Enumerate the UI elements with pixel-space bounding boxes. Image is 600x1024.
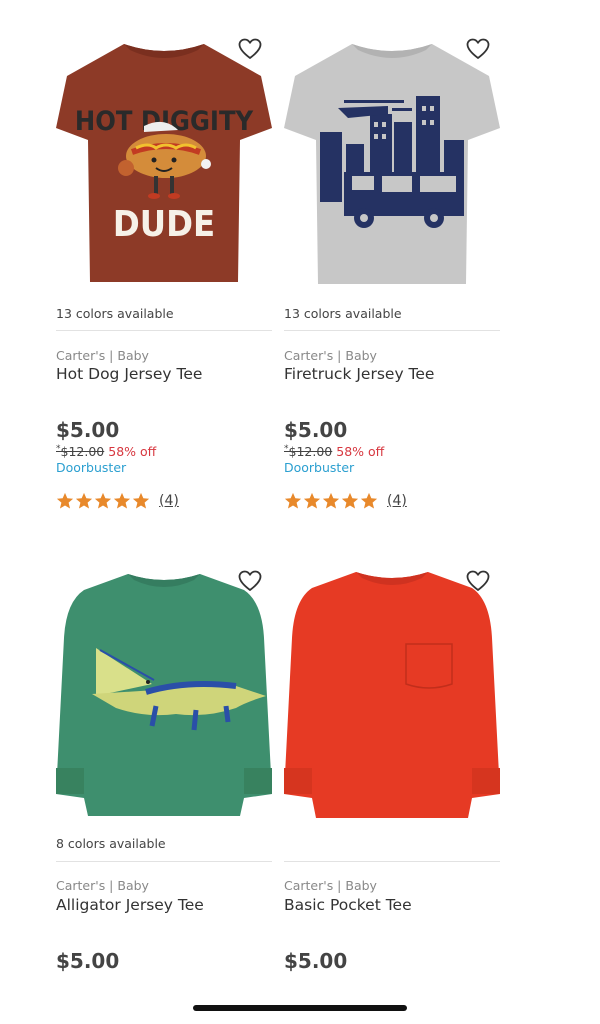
product-rating: (4) [284,492,407,510]
alligator-tee-image [56,574,272,816]
product-name[interactable]: Firetruck Jersey Tee [284,365,434,383]
colors-available: 13 colors available [56,306,174,321]
shirt-graphic-text-top: HOT DIGGITY [75,106,254,137]
shirt-graphic-text-bottom: DUDE [113,204,215,245]
star-rating [56,492,151,510]
review-count-link[interactable]: (4) [159,493,179,509]
product-rating: (4) [56,492,179,510]
star-icon [113,492,131,510]
original-price: *$12.00 [56,444,105,460]
doorbuster-tag: Doorbuster [56,460,127,475]
discount-percent: 58% off [336,444,385,460]
product-image-alligator-tee[interactable] [56,568,272,830]
firetruck-tee-image [284,44,500,284]
divider [284,330,500,331]
product-card-firetruck[interactable]: 13 colors available Carter's | Baby Fire… [284,36,500,516]
star-icon [303,492,321,510]
home-indicator[interactable] [193,1005,407,1011]
divider [56,330,272,331]
favorite-heart-icon[interactable] [238,38,262,60]
colors-available: 8 colors available [56,836,166,851]
original-price: *$12.00 [284,444,333,460]
product-name[interactable]: Alligator Jersey Tee [56,896,204,914]
star-icon [360,492,378,510]
product-image-hot-dog-tee[interactable]: HOT DIGGITY DUDE [56,36,272,298]
star-icon [284,492,302,510]
product-card-pocket-tee[interactable]: Carter's | Baby Basic Pocket Tee $5.00 [284,568,500,988]
product-price: $5.00 [284,418,348,442]
review-count-link[interactable]: (4) [387,493,407,509]
product-price: $5.00 [56,418,120,442]
star-icon [132,492,150,510]
product-brand: Carter's | Baby [56,348,149,363]
product-name[interactable]: Basic Pocket Tee [284,896,412,914]
star-icon [341,492,359,510]
product-brand: Carter's | Baby [284,878,377,893]
favorite-heart-icon[interactable] [238,570,262,592]
sale-price-row: *$12.00 58% off [284,444,384,459]
favorite-heart-icon[interactable] [466,38,490,60]
pocket-tee-image [284,572,500,818]
discount-percent: 58% off [108,444,157,460]
product-image-pocket-tee[interactable] [284,568,500,830]
favorite-heart-icon[interactable] [466,570,490,592]
colors-available: 13 colors available [284,306,402,321]
product-price: $5.00 [284,949,348,973]
divider [56,861,272,862]
sale-price-row: *$12.00 58% off [56,444,156,459]
star-icon [322,492,340,510]
product-brand: Carter's | Baby [284,348,377,363]
product-name[interactable]: Hot Dog Jersey Tee [56,365,202,383]
product-price: $5.00 [56,949,120,973]
product-card-alligator[interactable]: 8 colors available Carter's | Baby Allig… [56,568,272,988]
product-image-firetruck-tee[interactable] [284,36,500,298]
doorbuster-tag: Doorbuster [284,460,355,475]
star-rating [284,492,379,510]
divider [284,861,500,862]
star-icon [75,492,93,510]
product-brand: Carter's | Baby [56,878,149,893]
star-icon [56,492,74,510]
hot-dog-tee-image: HOT DIGGITY DUDE [56,44,272,282]
star-icon [94,492,112,510]
product-card-hot-dog[interactable]: HOT DIGGITY DUDE 13 colors available Car… [56,36,272,516]
